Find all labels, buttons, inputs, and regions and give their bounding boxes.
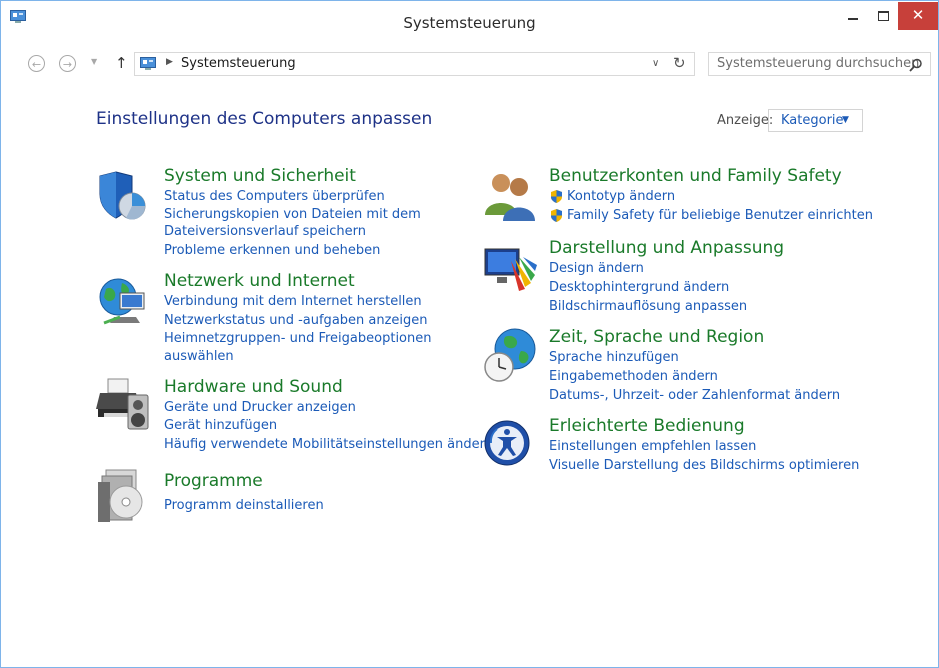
maximize-button[interactable] xyxy=(869,2,897,30)
category-programs[interactable]: Programme xyxy=(164,471,263,491)
navigation-bar: ← → ▼ ↑ ▶ Systemsteuerung ∨ ↻ Systemsteu… xyxy=(1,47,938,83)
category-ease-of-access[interactable]: Erleichterte Bedienung xyxy=(549,416,745,436)
uac-shield-icon xyxy=(551,209,562,222)
link-network-status[interactable]: Netzwerkstatus und -aufgaben anzeigen xyxy=(164,313,428,328)
control-panel-icon xyxy=(140,57,156,70)
minimize-button[interactable] xyxy=(839,2,867,30)
category-clock-language-region[interactable]: Zeit, Sprache und Region xyxy=(549,327,764,347)
globe-clock-icon[interactable] xyxy=(483,327,539,383)
link-input-methods[interactable]: Eingabemethoden ändern xyxy=(549,369,718,384)
programs-disc-icon[interactable] xyxy=(96,468,152,524)
refresh-button[interactable]: ↻ xyxy=(673,54,686,72)
category-system-security[interactable]: System und Sicherheit xyxy=(164,166,356,186)
link-change-background[interactable]: Desktophintergrund ändern xyxy=(549,280,729,295)
search-box[interactable]: Systemsteuerung durchsuchen xyxy=(708,52,931,76)
link-homegroup-sharing[interactable]: Heimnetzgruppen- und Freigabeoptionen xyxy=(164,331,431,346)
link-troubleshoot[interactable]: Probleme erkennen und beheben xyxy=(164,243,380,258)
link-uninstall-program[interactable]: Programm deinstallieren xyxy=(164,498,324,513)
link-add-language[interactable]: Sprache hinzufügen xyxy=(549,350,679,365)
title-bar[interactable]: Systemsteuerung ✕ xyxy=(1,1,938,47)
link-optimize-visual-display[interactable]: Visuelle Darstellung des Bildschirms opt… xyxy=(549,458,859,473)
link-homegroup-sharing-cont[interactable]: auswählen xyxy=(164,349,234,364)
link-recommend-settings[interactable]: Einstellungen empfehlen lassen xyxy=(549,439,756,454)
category-network-internet[interactable]: Netzwerk und Internet xyxy=(164,271,355,291)
link-mobility-settings[interactable]: Häufig verwendete Mobilitätseinstellunge… xyxy=(164,437,493,452)
search-icon[interactable] xyxy=(909,58,923,72)
link-change-theme[interactable]: Design ändern xyxy=(549,261,644,276)
link-check-computer-status[interactable]: Status des Computers überprüfen xyxy=(164,189,385,204)
link-change-account-type[interactable]: Kontotyp ändern xyxy=(567,189,675,204)
address-bar[interactable]: ▶ Systemsteuerung ∨ ↻ xyxy=(134,52,695,76)
users-icon[interactable] xyxy=(483,167,539,223)
view-by-value: Kategorie xyxy=(781,113,844,128)
breadcrumb[interactable]: Systemsteuerung xyxy=(181,56,296,71)
monitor-palette-icon[interactable] xyxy=(483,241,539,297)
back-button[interactable]: ← xyxy=(28,55,45,72)
category-hardware-sound[interactable]: Hardware und Sound xyxy=(164,377,343,397)
link-connect-internet[interactable]: Verbindung mit dem Internet herstellen xyxy=(164,294,422,309)
breadcrumb-separator-icon[interactable]: ▶ xyxy=(166,57,173,67)
close-icon: ✕ xyxy=(911,6,925,24)
uac-shield-icon xyxy=(551,190,562,203)
search-input[interactable]: Systemsteuerung durchsuchen xyxy=(717,56,919,71)
link-backup-files-cont[interactable]: Dateiversionsverlauf speichern xyxy=(164,224,366,239)
window-title: Systemsteuerung xyxy=(403,14,536,32)
printer-speaker-icon[interactable] xyxy=(96,375,152,431)
link-devices-printers[interactable]: Geräte und Drucker anzeigen xyxy=(164,400,356,415)
network-globe-icon[interactable] xyxy=(96,273,152,329)
address-dropdown-icon[interactable]: ∨ xyxy=(652,58,659,69)
category-user-accounts[interactable]: Benutzerkonten und Family Safety xyxy=(549,166,842,186)
recent-locations-dropdown[interactable]: ▼ xyxy=(91,57,97,66)
ease-of-access-icon[interactable] xyxy=(483,415,539,471)
link-family-safety[interactable]: Family Safety für beliebige Benutzer ein… xyxy=(567,208,873,223)
shield-pc-icon[interactable] xyxy=(96,168,152,224)
control-panel-window: Systemsteuerung ✕ ← → ▼ ↑ ▶ Systemsteuer… xyxy=(0,0,939,668)
view-by-select[interactable]: Kategorie ▼ xyxy=(768,109,863,132)
link-add-device[interactable]: Gerät hinzufügen xyxy=(164,418,277,433)
link-date-time-format[interactable]: Datums-, Uhrzeit- oder Zahlenformat ände… xyxy=(549,388,840,403)
link-screen-resolution[interactable]: Bildschirmauflösung anpassen xyxy=(549,299,747,314)
forward-button[interactable]: → xyxy=(59,55,76,72)
chevron-down-icon: ▼ xyxy=(842,115,849,125)
up-button[interactable]: ↑ xyxy=(115,54,128,72)
close-button[interactable]: ✕ xyxy=(898,2,938,30)
category-appearance-personalization[interactable]: Darstellung und Anpassung xyxy=(549,238,784,258)
view-by-label: Anzeige: xyxy=(717,113,774,128)
page-title: Einstellungen des Computers anpassen xyxy=(96,109,433,129)
link-backup-files[interactable]: Sicherungskopien von Dateien mit dem xyxy=(164,207,421,222)
